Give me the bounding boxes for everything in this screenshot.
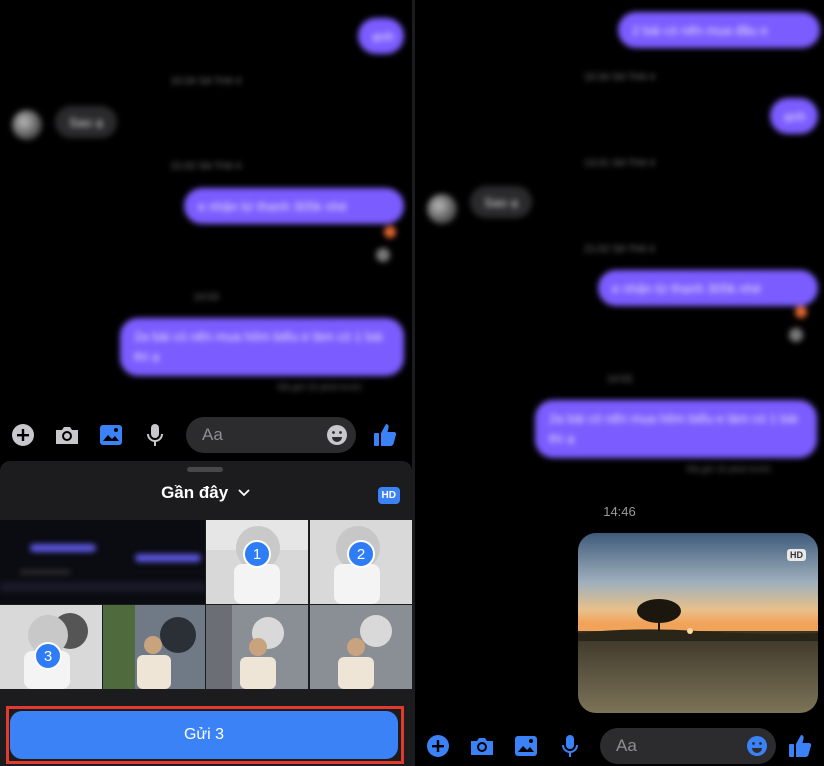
photo-thumbnail[interactable]: 2 [310,520,412,604]
timestamp: 14:03 [193,292,219,303]
timestamp: 14:46 [603,504,636,519]
plus-icon[interactable] [425,733,451,759]
message-bubble[interactable]: 2a bài có nến mua hôm biếu e làm có 1 bà… [120,318,404,376]
message-bubble[interactable]: ạnh [358,18,404,54]
sent-photo-message[interactable]: HD [578,533,818,713]
timestamp: 13:41 SA TH4 4 [584,158,655,169]
reaction-avatar [789,328,803,342]
selection-badge: 1 [243,540,271,568]
emoji-icon[interactable] [746,735,768,762]
microphone-icon[interactable] [142,422,168,448]
timestamp: 10:34 SA TH4 4 [584,72,655,83]
input-placeholder: Aa [616,736,637,755]
emoji-icon[interactable] [326,424,348,451]
message-bubble[interactable]: Sao ạ [55,106,117,138]
avatar [12,110,42,140]
album-selector[interactable]: Gần đây [0,483,412,503]
thumbs-up-icon[interactable] [787,733,813,759]
message-bubble[interactable]: 2 bài có nến mua đầu e [618,12,820,48]
send-button[interactable]: Gửi 3 [10,711,398,759]
message-input[interactable]: Aa [600,728,776,764]
message-composer: Aa [0,413,412,457]
hd-toggle[interactable]: HD [377,487,400,504]
album-title: Gần đây [161,483,229,502]
thumbs-up-icon[interactable] [372,422,398,448]
timestamp: 14:03 [606,374,633,385]
photo-thumbnail[interactable] [206,605,308,689]
image-icon[interactable] [513,733,539,759]
seen-status: Đã gửi 15 phút trước [687,464,771,474]
reaction-icon [384,226,396,238]
photo-thumbnail[interactable] [103,605,205,689]
seen-status: Đã gửi 15 phút trước [278,382,362,392]
right-screen: 2 bài có nến mua đầu e 10:34 SA TH4 4 ạn… [415,0,824,766]
message-input[interactable]: Aa [186,417,356,453]
selection-badge: 3 [34,642,62,670]
selection-badge: 2 [347,540,375,568]
input-placeholder: Aa [202,425,223,444]
camera-icon[interactable] [469,733,495,759]
microphone-icon[interactable] [557,733,583,759]
message-bubble[interactable]: e nhận từ thanh 305k nhé [184,188,404,224]
camera-icon[interactable] [54,422,80,448]
timestamp: 10:34 SA TH4 4 [170,76,242,87]
plus-icon[interactable] [10,422,36,448]
timestamp: 21:02 SA TH4 4 [584,244,655,255]
photo-thumbnail[interactable]: 1 [206,520,308,604]
photo-thumbnail[interactable]: 3 [0,605,102,689]
reaction-avatar [376,248,390,262]
photo-thumbnail[interactable] [310,605,412,689]
message-composer: Aa [415,724,824,766]
sheet-drag-handle[interactable] [187,467,223,472]
photo-thumbnail[interactable] [0,520,205,604]
left-screen: ạnh 10:34 SA TH4 4 Sao ạ 21:02 SA TH4 4 … [0,0,412,766]
reaction-icon [795,306,807,318]
message-bubble[interactable]: e nhận từ thanh 305k nhé [598,270,818,306]
message-bubble[interactable]: ạnh [770,98,818,134]
avatar [427,194,457,224]
message-bubble[interactable]: Sao ạ [470,186,532,218]
image-icon[interactable] [98,422,124,448]
timestamp: 21:02 SA TH4 4 [170,161,242,172]
message-bubble[interactable]: 2a bài có nến mua hôm biếu e làm có 1 bà… [535,400,817,458]
chevron-down-icon [233,483,251,502]
hd-badge: HD [787,549,806,561]
